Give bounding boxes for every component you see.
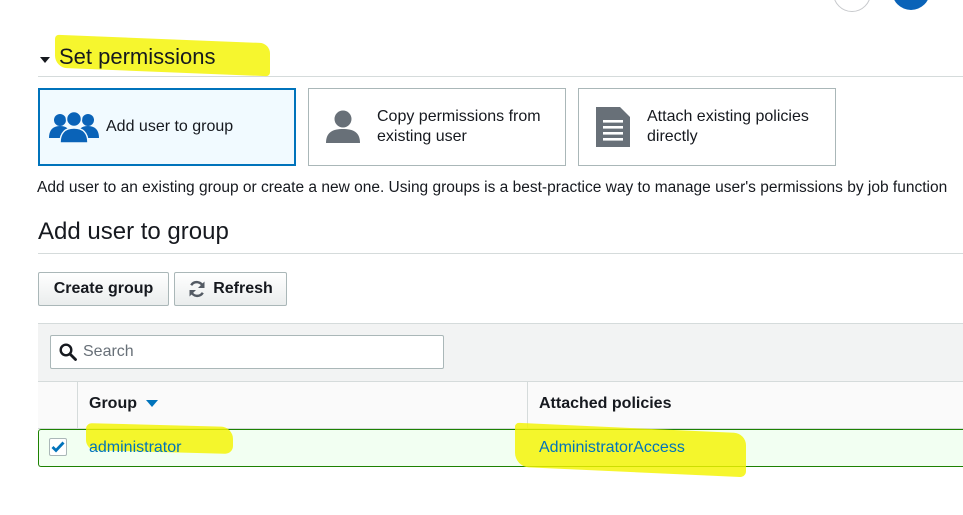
column-separator [527,381,528,429]
divider [38,253,963,254]
document-icon [579,107,647,147]
users-group-icon [40,110,108,144]
step-indicator [892,0,930,10]
search-input[interactable] [83,343,423,361]
refresh-button[interactable]: Refresh [174,272,287,306]
create-group-button[interactable]: Create group [38,272,169,306]
set-permissions-header[interactable]: Set permissions [40,42,216,72]
refresh-label: Refresh [213,280,273,297]
caret-down-icon [40,57,50,63]
permissions-description: Add user to an existing group or create … [37,179,948,196]
user-icon [309,110,377,144]
option-label: Add user to group [106,118,234,135]
create-group-label: Create group [53,280,154,297]
option-attach-policies[interactable]: Attach existing policies directly [578,88,836,166]
group-name-link[interactable]: administrator [89,439,181,457]
policy-link[interactable]: AdministratorAccess [539,439,685,457]
column-header-label: Attached policies [539,395,672,412]
checkmark-icon [51,441,65,453]
search-box[interactable] [50,335,444,369]
table-header [38,381,963,429]
column-separator [77,381,78,429]
column-header-label: Group [89,395,137,412]
option-label: Attach existing policies directly [647,108,809,145]
help-button[interactable] [833,0,871,12]
divider [38,76,963,77]
search-icon [59,343,77,361]
column-header-attached-policies[interactable]: Attached policies [539,395,671,413]
column-header-group[interactable]: Group [89,395,158,413]
row-checkbox[interactable] [49,438,67,456]
section-title: Set permissions [59,44,216,69]
option-label: Copy permissions from existing user [377,108,541,145]
refresh-icon [189,281,205,297]
group-section-title: Add user to group [38,218,229,245]
option-add-user-to-group[interactable]: Add user to group [38,88,296,166]
option-copy-permissions[interactable]: Copy permissions from existing user [308,88,566,166]
sort-down-icon [146,400,158,408]
